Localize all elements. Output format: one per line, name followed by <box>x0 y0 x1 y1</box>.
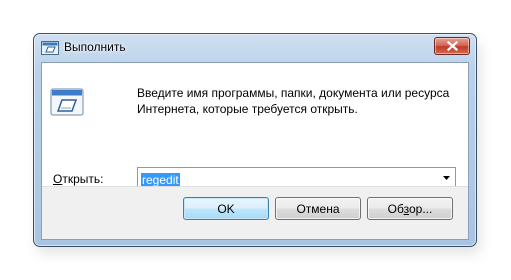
browse-button[interactable]: Обзор... <box>367 197 453 220</box>
dialog-body: Введите имя программы, папки, документа … <box>41 62 469 240</box>
run-dialog: Выполнить Введите имя программы, папки, … <box>33 33 477 247</box>
dropdown-button[interactable] <box>438 168 455 188</box>
chevron-down-icon <box>443 176 450 180</box>
open-label-text: ткрыть: <box>62 172 104 186</box>
close-button[interactable] <box>434 37 470 55</box>
ok-button[interactable]: OK <box>183 197 269 220</box>
cancel-button-label: Отмена <box>296 201 340 216</box>
browse-button-label: Обзор... <box>388 202 433 216</box>
close-icon <box>446 41 458 51</box>
open-label-accelerator: О <box>53 172 63 186</box>
open-input[interactable]: regedit <box>141 171 180 188</box>
dialog-description: Введите имя программы, папки, документа … <box>137 86 450 116</box>
browse-label-part: ор... <box>408 201 433 216</box>
ok-button-label: OK <box>217 201 235 216</box>
browse-label-part: Об <box>387 201 404 216</box>
window-title: Выполнить <box>64 40 126 54</box>
title-bar[interactable]: Выполнить <box>34 34 476 62</box>
run-dialog-icon <box>41 41 59 55</box>
open-label: Открыть: <box>53 172 103 186</box>
cancel-button[interactable]: Отмена <box>275 197 361 220</box>
run-program-icon <box>50 88 84 116</box>
